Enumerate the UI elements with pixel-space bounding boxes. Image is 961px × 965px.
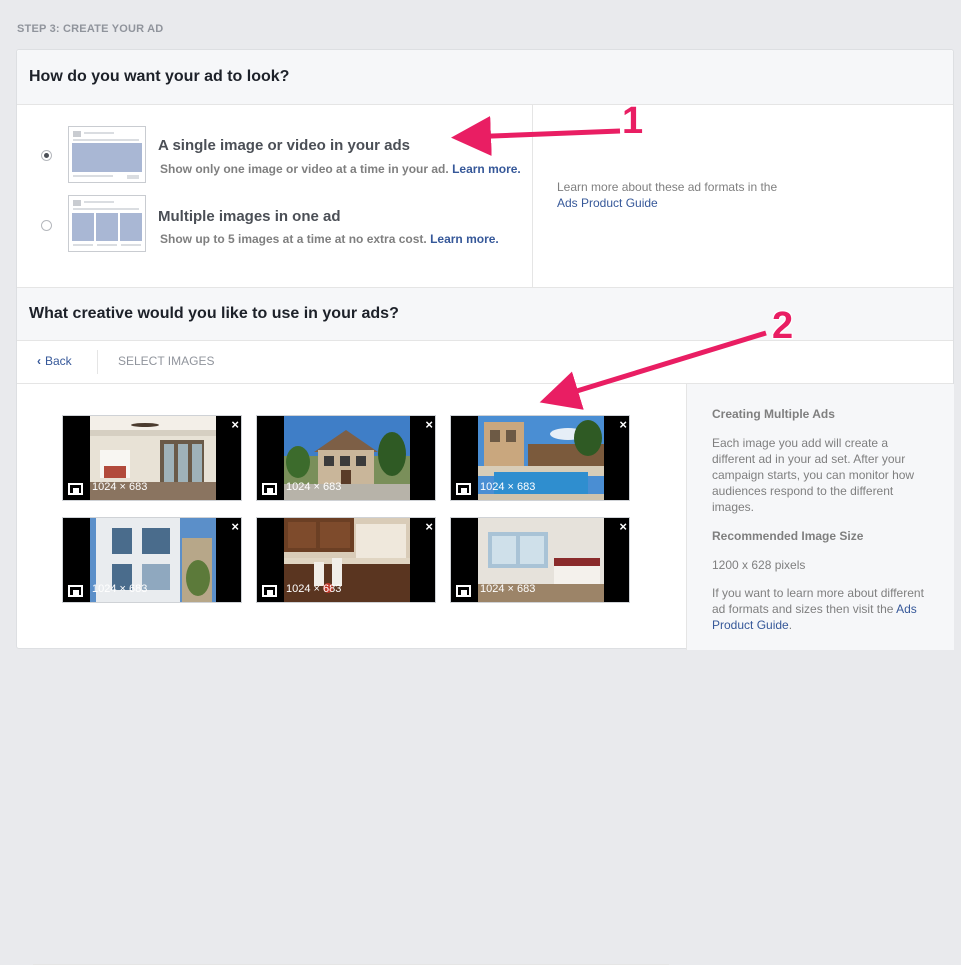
help-formats-end: . [788, 618, 793, 632]
image-icon [262, 483, 277, 495]
single-image-title[interactable]: A single image or video in your ads [158, 137, 410, 154]
image-dimensions: 1024 × 683 [286, 481, 342, 493]
single-image-desc-text: Show only one image or video at a time i… [160, 162, 449, 176]
select-images-tab[interactable]: SELECT IMAGES [118, 354, 214, 368]
remove-image-icon[interactable]: × [425, 519, 433, 534]
image-tile[interactable]: × 1024 × 683 [256, 415, 436, 501]
image-icon [456, 585, 471, 597]
image-icon [456, 483, 471, 495]
remove-image-icon[interactable]: × [231, 519, 239, 534]
image-grid: × 1024 × 683 × 1024 × 683 × 1024 × 683 ×… [17, 384, 686, 965]
multiple-images-learn-more[interactable]: Learn more. [430, 232, 499, 246]
image-tile[interactable]: × 1024 × 683 [450, 517, 630, 603]
remove-image-icon[interactable]: × [619, 519, 627, 534]
image-dimensions: 1024 × 683 [480, 583, 536, 595]
single-image-radio[interactable] [41, 150, 52, 161]
format-section-title: How do you want your ad to look? [29, 68, 290, 85]
back-button[interactable]: ‹ Back [37, 354, 72, 368]
step-label: STEP 3: CREATE YOUR AD [17, 23, 164, 35]
format-options: A single image or video in your ads Show… [17, 105, 532, 287]
help-formats-text: If you want to learn more about differen… [712, 586, 924, 616]
image-tile[interactable]: × 1024 × 683 [450, 415, 630, 501]
help-heading-multiple-ads: Creating Multiple Ads [712, 407, 835, 421]
image-dimensions: 1024 × 683 [286, 583, 342, 595]
image-tile[interactable]: × 1024 × 683 [62, 517, 242, 603]
recommended-size-value: 1200 x 628 pixels [712, 558, 806, 572]
format-help: Learn more about these ad formats in the… [532, 105, 954, 287]
remove-image-icon[interactable]: × [231, 417, 239, 432]
creative-section-header: What creative would you like to use in y… [17, 287, 953, 341]
single-image-learn-more[interactable]: Learn more. [452, 162, 521, 176]
annotation-number-2: 2 [772, 305, 794, 347]
multiple-images-thumb[interactable] [68, 195, 146, 252]
image-dimensions: 1024 × 683 [92, 583, 148, 595]
image-icon [68, 585, 83, 597]
remove-image-icon[interactable]: × [425, 417, 433, 432]
divider [97, 350, 98, 374]
multiple-images-desc: Show up to 5 images at a time at no extr… [160, 232, 499, 246]
remove-image-icon[interactable]: × [619, 417, 627, 432]
ads-product-guide-link[interactable]: Ads Product Guide [557, 196, 658, 210]
multiple-images-title[interactable]: Multiple images in one ad [158, 208, 341, 225]
help-paragraph-formats: If you want to learn more about differen… [712, 585, 932, 633]
image-tile[interactable]: × 1024 × 683 [256, 517, 436, 603]
format-section-header: How do you want your ad to look? [17, 50, 953, 105]
format-help-text: Learn more about these ad formats in the… [557, 179, 787, 211]
single-image-thumb[interactable] [68, 126, 146, 183]
back-label: Back [45, 354, 72, 368]
creative-section-title: What creative would you like to use in y… [29, 305, 399, 322]
creative-help-panel: Creating Multiple Ads Each image you add… [686, 384, 954, 650]
multiple-images-desc-text: Show up to 5 images at a time at no extr… [160, 232, 427, 246]
image-icon [262, 585, 277, 597]
help-paragraph-multiple-ads: Each image you add will create a differe… [712, 436, 915, 514]
image-subnav: ‹ Back SELECT IMAGES [17, 341, 953, 384]
create-ad-card: How do you want your ad to look? A singl… [16, 49, 954, 965]
multiple-images-radio[interactable] [41, 220, 52, 231]
format-help-copy: Learn more about these ad formats in the [557, 180, 778, 194]
image-dimensions: 1024 × 683 [92, 481, 148, 493]
image-icon [68, 483, 83, 495]
image-tile[interactable]: × 1024 × 683 [62, 415, 242, 501]
single-image-desc: Show only one image or video at a time i… [160, 162, 521, 176]
help-heading-image-size: Recommended Image Size [712, 529, 864, 543]
annotation-number-1: 1 [622, 100, 644, 142]
chevron-left-icon: ‹ [37, 354, 41, 368]
image-dimensions: 1024 × 683 [480, 481, 536, 493]
